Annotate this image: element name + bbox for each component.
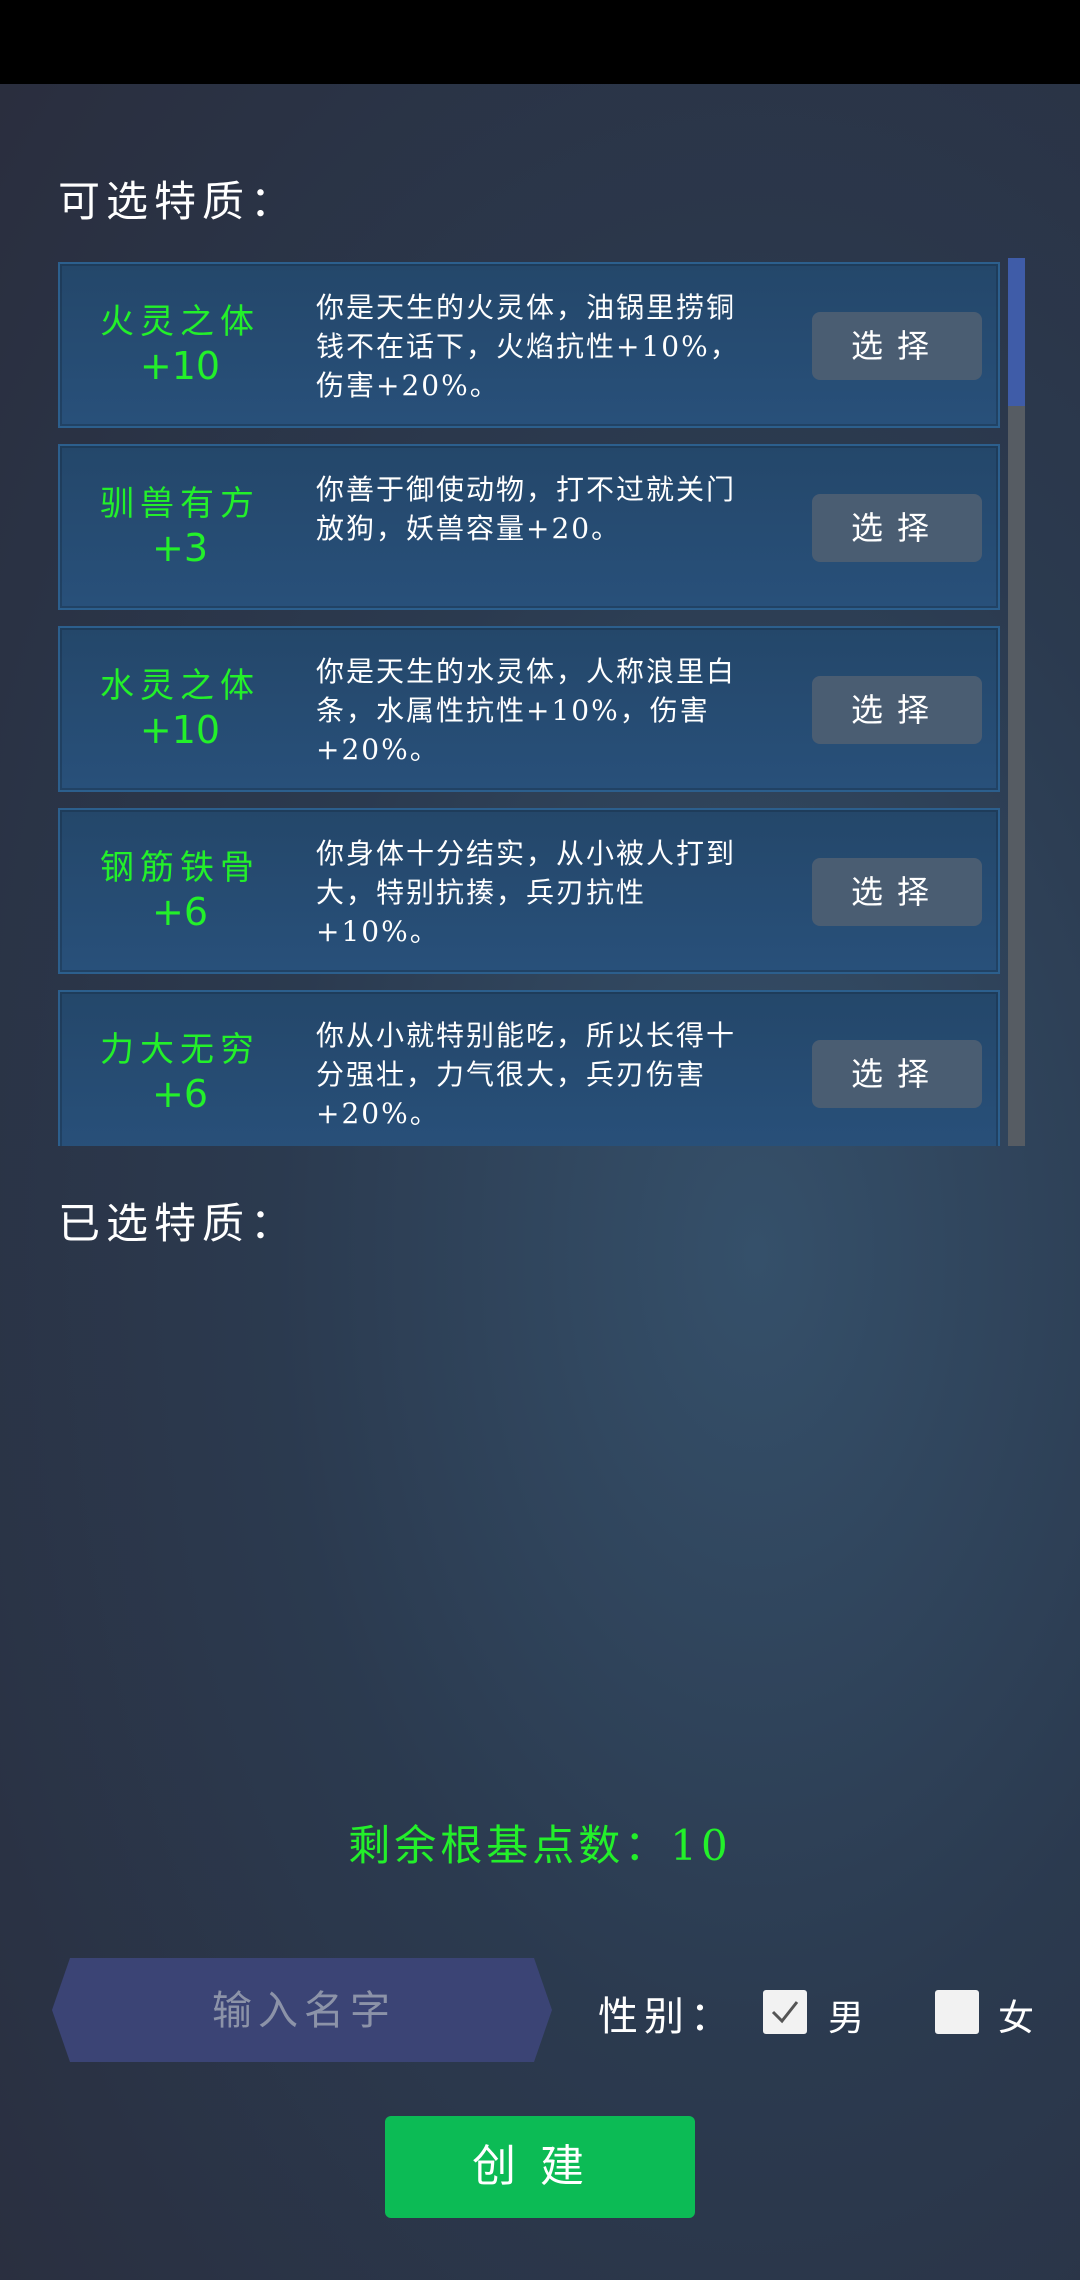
check-icon [771,2001,799,2024]
trait-cost: +10 [139,708,221,752]
trait-description: 你善于御使动物，打不过就关门放狗，妖兽容量+20。 [316,473,737,545]
trait-cost: +3 [151,526,209,570]
trait-card: 驯兽有方 +3 你善于御使动物，打不过就关门放狗，妖兽容量+20。 选择 [58,444,1000,610]
status-bar [0,0,1080,84]
trait-name: 水灵之体 [100,666,260,706]
select-trait-button[interactable]: 选择 [812,1040,982,1108]
gender-label: 性别： [598,1994,736,2040]
trait-list-scrollbar[interactable] [1008,258,1025,1146]
trait-description: 你从小就特别能吃，所以长得十分强壮，力气很大，兵刃伤害+20%。 [316,1019,737,1130]
remaining-points: 剩余根基点数：10 [0,1812,1080,1873]
trait-card: 力大无穷 +6 你从小就特别能吃，所以长得十分强壮，力气很大，兵刃伤害+20%。… [58,990,1000,1146]
trait-description: 你是天生的水灵体，人称浪里白条，水属性抗性+10%，伤害+20%。 [316,655,737,766]
trait-name: 火灵之体 [100,302,260,342]
select-trait-button[interactable]: 选择 [812,494,982,562]
remaining-points-value: 10 [670,1821,732,1870]
trait-card: 火灵之体 +10 你是天生的火灵体，油锅里捞铜钱不在话下，火焰抗性+10%，伤害… [58,262,1000,428]
scrollbar-thumb[interactable] [1008,258,1025,406]
select-trait-button[interactable]: 选择 [812,676,982,744]
select-trait-button[interactable]: 选择 [812,312,982,380]
gender-female-checkbox[interactable] [935,1990,979,2034]
available-traits-title: 可选特质： [58,177,299,226]
remaining-points-label: 剩余根基点数： [348,1821,671,1870]
gender-male-checkbox[interactable] [763,1990,807,2034]
trait-cost: +10 [139,344,221,388]
trait-cost: +6 [151,890,209,934]
trait-list[interactable]: 火灵之体 +10 你是天生的火灵体，油锅里捞铜钱不在话下，火焰抗性+10%，伤害… [58,262,1003,1146]
trait-card: 水灵之体 +10 你是天生的水灵体，人称浪里白条，水属性抗性+10%，伤害+20… [58,626,1000,792]
create-button[interactable]: 创建 [385,2116,695,2218]
trait-name: 驯兽有方 [100,484,260,524]
gender-male-label[interactable]: 男 [828,1989,864,2041]
name-input[interactable] [92,1958,516,2064]
trait-description: 你身体十分结实，从小被人打到大，特别抗揍，兵刃抗性+10%。 [316,837,737,948]
select-trait-button[interactable]: 选择 [812,858,982,926]
gender-female-label[interactable]: 女 [998,1989,1034,2041]
trait-card: 钢筋铁骨 +6 你身体十分结实，从小被人打到大，特别抗揍，兵刃抗性+10%。 选… [58,808,1000,974]
trait-cost: +6 [151,1072,209,1116]
selected-traits-title: 已选特质： [58,1199,299,1248]
trait-name: 钢筋铁骨 [100,848,260,888]
trait-description: 你是天生的火灵体，油锅里捞铜钱不在话下，火焰抗性+10%，伤害+20%。 [316,291,740,402]
name-input-container [52,1958,552,2064]
trait-name: 力大无穷 [100,1030,260,1070]
